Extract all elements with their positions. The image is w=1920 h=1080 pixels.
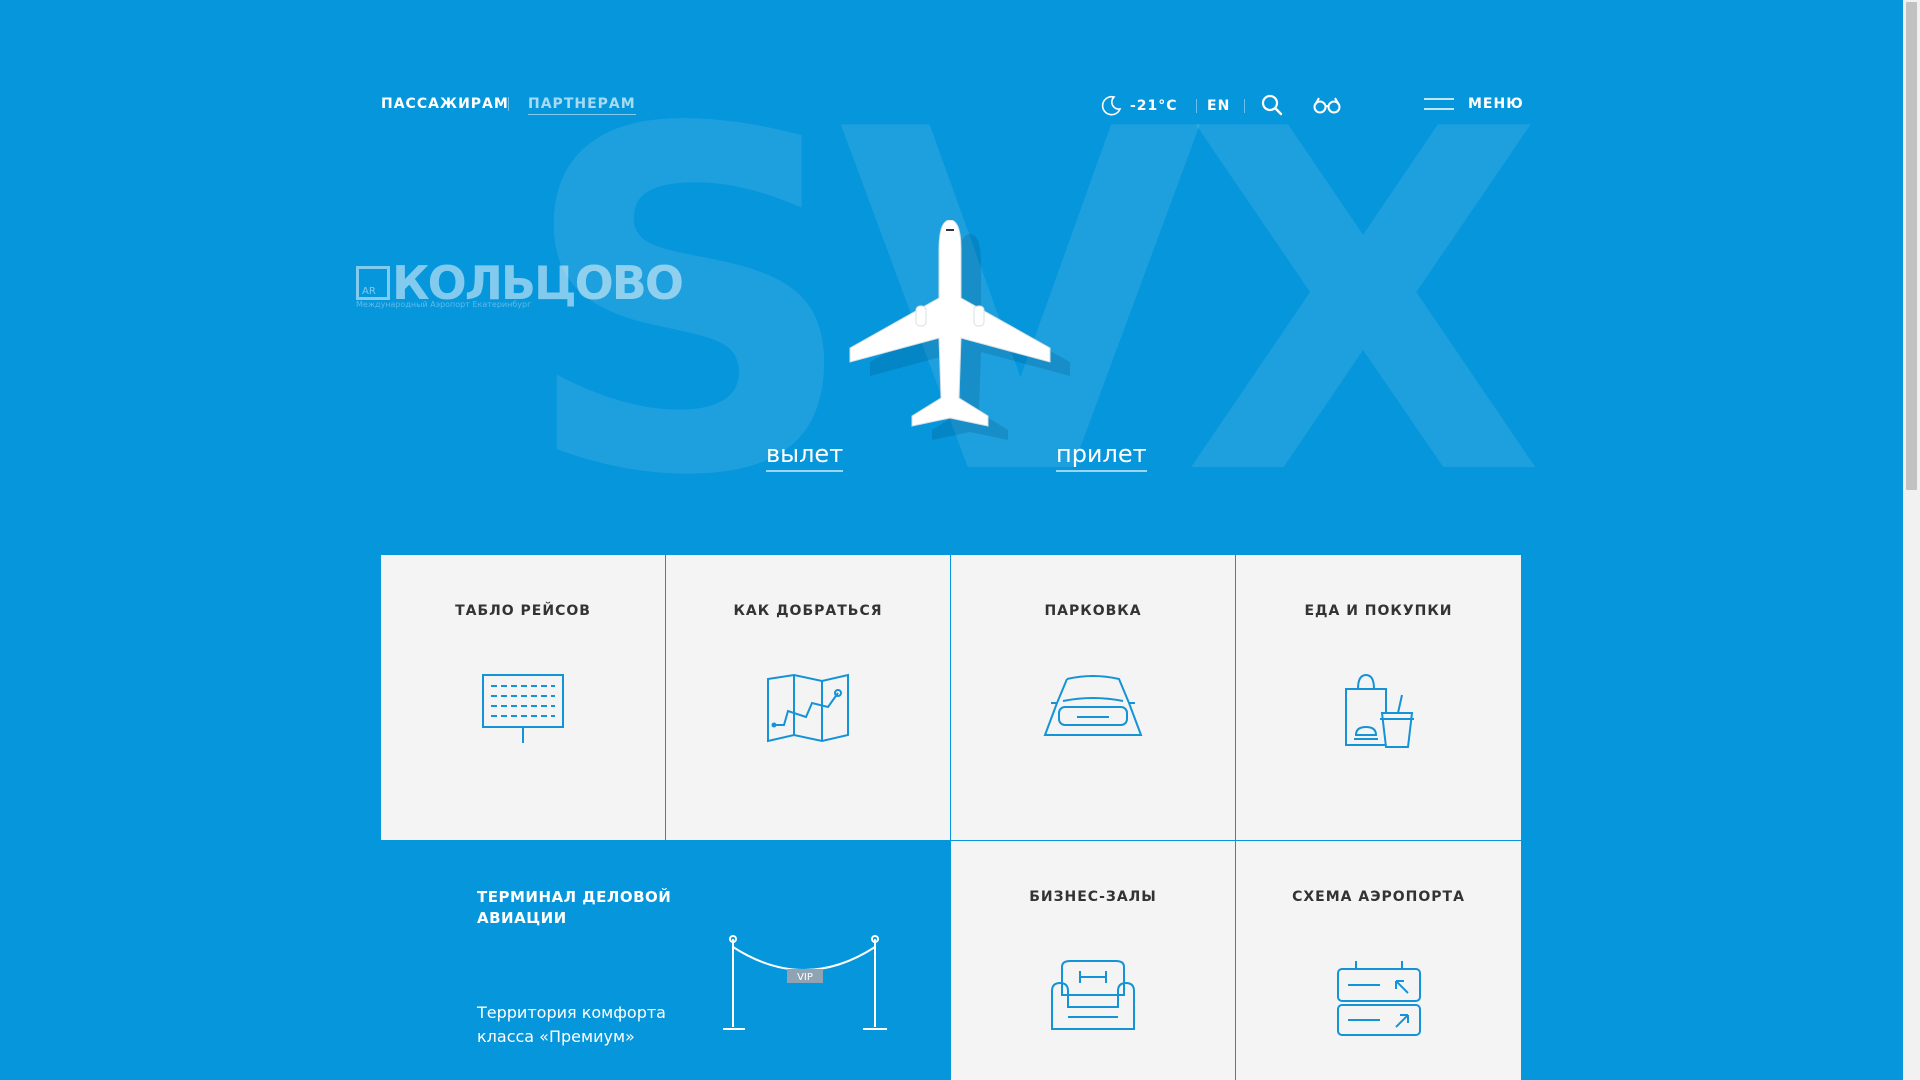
- nav-divider: [508, 97, 509, 111]
- tile-flight-board[interactable]: ТАБЛО РЕЙСОВ: [381, 555, 666, 841]
- svg-text:VIP: VIP: [797, 972, 813, 983]
- tile-parking[interactable]: ПАРКОВКА: [951, 555, 1236, 841]
- scrollbar-thumb[interactable]: [1906, 2, 1917, 490]
- tile-how-to-get[interactable]: КАК ДОБРАТЬСЯ: [666, 555, 951, 841]
- logo-mark-icon: AR: [356, 266, 390, 300]
- shopping-bag-icon: [1344, 673, 1414, 748]
- arrivals-link[interactable]: прилет: [1056, 440, 1147, 472]
- tile-label: ЕДА И ПОКУПКИ: [1304, 603, 1453, 619]
- tile-label: СХЕМА АЭРОПОРТА: [1292, 889, 1465, 905]
- tile-business-lounges[interactable]: БИЗНЕС-ЗАЛЫ: [951, 841, 1236, 1080]
- airport-scheme-icon: [1336, 961, 1421, 1036]
- business-aviation-text: Территория комфорта класса «Премиум»: [477, 1003, 666, 1046]
- tile-label: КАК ДОБРАТЬСЯ: [733, 603, 883, 619]
- logo-tagline: Международный Аэропорт Екатеринбург: [356, 300, 532, 309]
- tile-food-shopping[interactable]: ЕДА И ПОКУПКИ: [1236, 555, 1521, 841]
- armchair-icon: [1051, 960, 1135, 1030]
- map-icon: [767, 673, 849, 743]
- vip-rope-icon: VIP: [723, 935, 887, 1030]
- tile-label: ТАБЛО РЕЙСОВ: [455, 603, 591, 619]
- nav-passengers[interactable]: ПАССАЖИРАМ: [381, 96, 509, 112]
- business-aviation-title: ТЕРМИНАЛ ДЕЛОВОЙ АВИАЦИИ: [477, 888, 672, 927]
- departures-link[interactable]: вылет: [766, 440, 844, 472]
- tile-label: БИЗНЕС-ЗАЛЫ: [1029, 889, 1157, 905]
- airplane-illustration: [820, 219, 1070, 454]
- car-icon: [1043, 675, 1143, 736]
- tile-label: ПАРКОВКА: [1044, 603, 1142, 619]
- page-scrollbar[interactable]: [1903, 0, 1920, 1080]
- tile-airport-scheme[interactable]: СХЕМА АЭРОПОРТА: [1236, 841, 1521, 1080]
- svg-text:AR: AR: [362, 286, 376, 297]
- business-aviation-terminal[interactable]: ТЕРМИНАЛ ДЕЛОВОЙ АВИАЦИИ Территория комф…: [381, 841, 952, 1080]
- flight-board-icon: [482, 674, 564, 743]
